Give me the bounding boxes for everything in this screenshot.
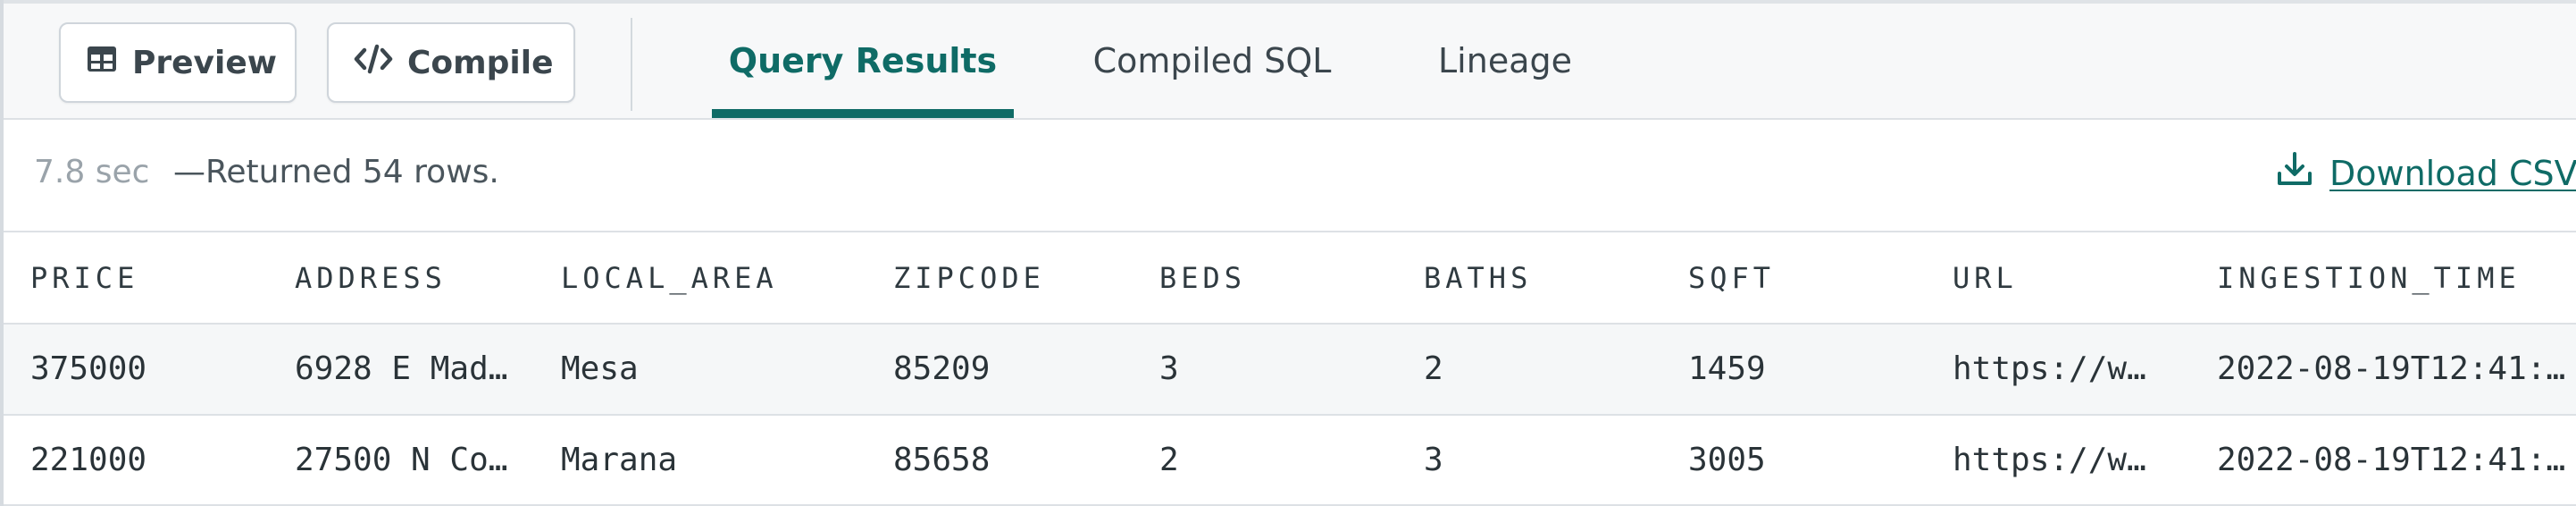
table-row: 221000 27500 N Co… Marana 85658 2 3 3005…: [4, 414, 2576, 506]
cell-sqft[interactable]: 1459: [1661, 324, 1926, 416]
results-table: PRICE ADDRESS LOCAL_AREA ZIPCODE BEDS BA…: [4, 232, 2576, 506]
toolbar-divider: [631, 18, 632, 111]
cell-address[interactable]: 27500 N Co…: [268, 414, 534, 506]
cell-price[interactable]: 221000: [4, 414, 268, 506]
column-header-local-area[interactable]: LOCAL_AREA: [534, 232, 866, 325]
table-icon: [86, 45, 118, 81]
column-header-ingestion-time[interactable]: INGESTION_TIME: [2190, 232, 2576, 325]
download-csv-link[interactable]: Download CSV: [2276, 150, 2576, 196]
elapsed-time: 7.8 sec: [34, 154, 150, 190]
cell-url[interactable]: https://w…: [1926, 414, 2190, 506]
tab-query-results[interactable]: Query Results: [712, 4, 1014, 118]
results-toolbar: Preview Compile Query Results Compiled S…: [4, 4, 2576, 120]
preview-button[interactable]: Preview: [59, 22, 297, 103]
cell-beds[interactable]: 2: [1133, 414, 1397, 506]
cell-beds[interactable]: 3: [1133, 324, 1397, 416]
download-icon: [2276, 150, 2313, 196]
cell-zipcode[interactable]: 85658: [866, 414, 1133, 506]
table-row: 375000 6928 E Mad… Mesa 85209 3 2 1459 h…: [4, 324, 2576, 416]
compile-label: Compile: [407, 44, 554, 81]
cell-zipcode[interactable]: 85209: [866, 324, 1133, 416]
tab-compiled-sql[interactable]: Compiled SQL: [1074, 4, 1351, 118]
table-header-row: PRICE ADDRESS LOCAL_AREA ZIPCODE BEDS BA…: [4, 232, 2576, 325]
column-header-sqft[interactable]: SQFT: [1661, 232, 1926, 325]
cell-local-area[interactable]: Marana: [534, 414, 866, 506]
cell-baths[interactable]: 3: [1397, 414, 1661, 506]
cell-url[interactable]: https://w…: [1926, 324, 2190, 416]
code-icon: [354, 43, 393, 83]
cell-sqft[interactable]: 3005: [1661, 414, 1926, 506]
cell-price[interactable]: 375000: [4, 324, 268, 416]
column-header-beds[interactable]: BEDS: [1133, 232, 1397, 325]
cell-ingestion-time[interactable]: 2022-08-19T12:41:…: [2190, 414, 2576, 506]
cell-address[interactable]: 6928 E Mad…: [268, 324, 534, 416]
column-header-zipcode[interactable]: ZIPCODE: [866, 232, 1133, 325]
column-header-url[interactable]: URL: [1926, 232, 2190, 325]
compile-button[interactable]: Compile: [327, 22, 575, 103]
column-header-baths[interactable]: BATHS: [1397, 232, 1661, 325]
preview-label: Preview: [132, 44, 278, 81]
tab-lineage[interactable]: Lineage: [1415, 4, 1595, 118]
results-status-bar: 7.8 sec —Returned 54 rows. Download CSV: [4, 120, 2576, 232]
download-csv-label: Download CSV: [2329, 153, 2576, 193]
row-count-message: —Returned 54 rows.: [173, 154, 499, 190]
cell-local-area[interactable]: Mesa: [534, 324, 866, 416]
cell-ingestion-time[interactable]: 2022-08-19T12:41:…: [2190, 324, 2576, 416]
column-header-price[interactable]: PRICE: [4, 232, 268, 325]
cell-baths[interactable]: 2: [1397, 324, 1661, 416]
column-header-address[interactable]: ADDRESS: [268, 232, 534, 325]
